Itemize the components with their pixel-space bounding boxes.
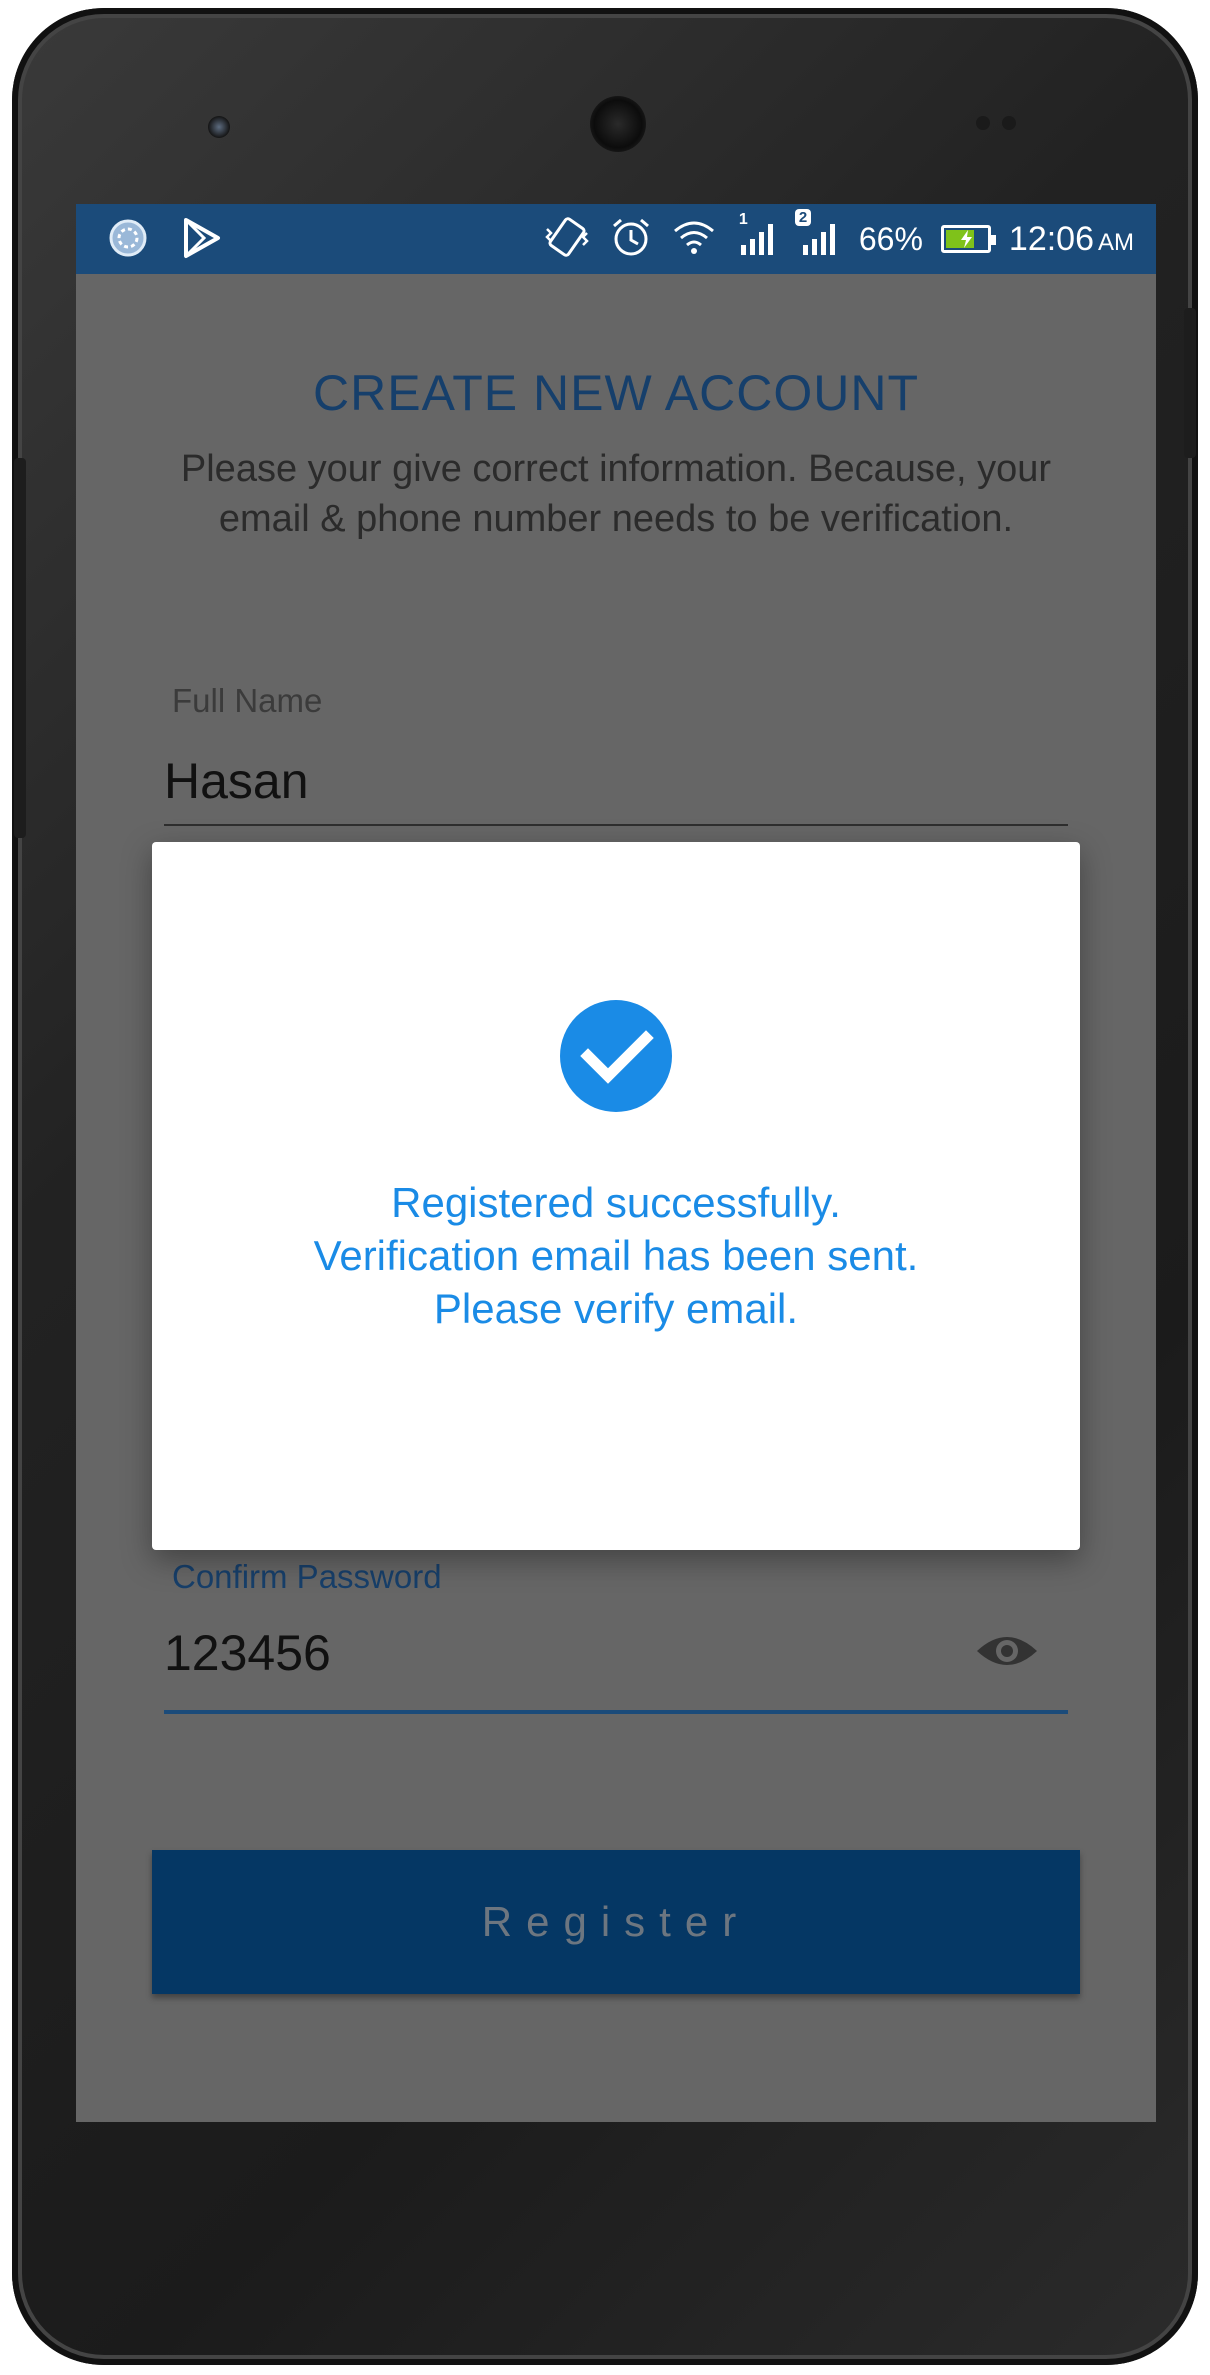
volume-button [14, 458, 26, 838]
alarm-icon [609, 215, 653, 264]
signal-sim1-icon: 1 [735, 211, 779, 264]
register-button[interactable]: Register [152, 1850, 1080, 1994]
power-button [1184, 308, 1196, 458]
dialog-message-line-1: Registered successfully. [391, 1179, 841, 1226]
toggle-password-visibility-button[interactable] [972, 1628, 1042, 1678]
registration-header: CREATE NEW ACCOUNT Please your give corr… [76, 364, 1156, 544]
app-screen: 1 2 66% 12:06 AM CREATE NEW ACCOUNT Plea… [76, 204, 1156, 2122]
time-suffix: AM [1098, 228, 1134, 256]
full-name-field[interactable]: Hasan [164, 752, 309, 810]
status-bar-right: 1 2 66% 12:06 AM [543, 208, 1134, 266]
status-bar: 1 2 66% 12:06 AM [76, 204, 1156, 274]
confirm-password-underline [164, 1710, 1068, 1714]
dialog-message-line-3: Please verify email. [433, 1285, 799, 1332]
dialog-message-line-2: Verification email has been sent. [313, 1232, 919, 1279]
success-dialog: Registered successfully. Verification em… [152, 842, 1080, 1550]
full-name-underline [164, 824, 1068, 826]
play-store-icon [180, 216, 224, 265]
front-camera [208, 116, 230, 138]
battery-charging-icon [940, 225, 996, 253]
wifi-icon [671, 215, 717, 264]
sim1-label: 1 [738, 210, 748, 228]
loading-circle-icon [106, 216, 150, 265]
battery-percent: 66% [858, 220, 923, 257]
eye-icon [974, 1629, 1040, 1678]
register-button-label: Register [481, 1898, 751, 1945]
earpiece-speaker [590, 96, 646, 152]
sim2-label: 2 [794, 208, 812, 226]
page-subtitle: Please your give correct information. Be… [180, 448, 1052, 540]
time-value: 12:06 [1008, 219, 1094, 258]
signal-sim2-icon: 2 [794, 208, 841, 264]
status-time: 12:06 AM [1009, 220, 1134, 259]
phone-frame: 1 2 66% 12:06 AM CREATE NEW ACCOUNT Plea… [12, 8, 1198, 2365]
confirm-password-label: Confirm Password [172, 1558, 442, 1595]
confirm-password-field[interactable]: 123456 [164, 1624, 331, 1682]
page-title: CREATE NEW ACCOUNT [313, 365, 919, 421]
check-circle-icon [560, 1000, 672, 1112]
dialog-message: Registered successfully. Verification em… [152, 1176, 1080, 1335]
status-bar-left [106, 216, 224, 265]
proximity-sensor [976, 116, 990, 130]
full-name-label: Full Name [172, 682, 323, 719]
light-sensor [1002, 116, 1016, 130]
vibrate-icon [543, 215, 591, 264]
